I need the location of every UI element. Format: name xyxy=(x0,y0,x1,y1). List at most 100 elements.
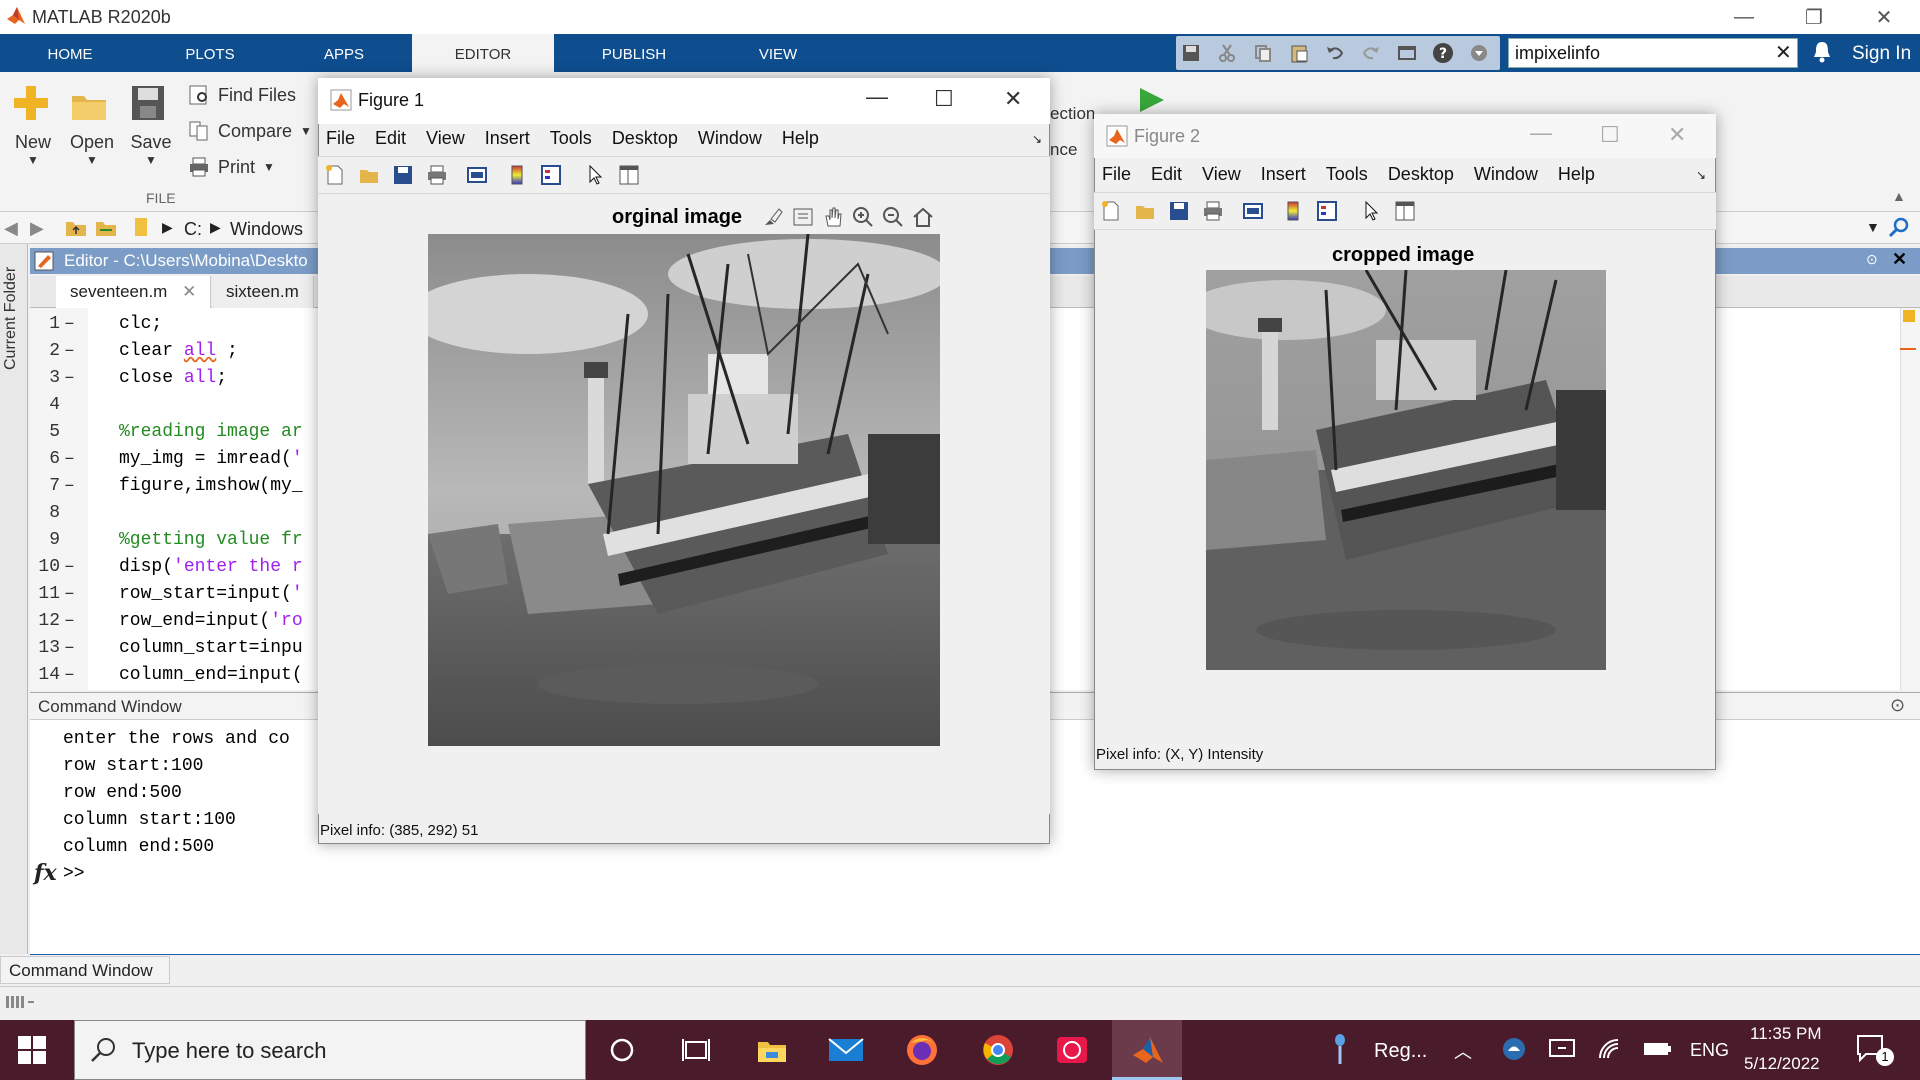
breakpoint-marker[interactable]: – xyxy=(64,665,75,685)
dock-arrow-icon[interactable]: ↘ xyxy=(1696,168,1706,182)
figure-1-maximize-button[interactable]: ☐ xyxy=(934,86,954,112)
editor-tab-sixteen[interactable]: sixteen.m xyxy=(212,276,314,308)
code-line-7[interactable]: figure,imshow(my_ xyxy=(119,476,303,496)
notification-bell-icon[interactable] xyxy=(1812,40,1832,64)
undo-icon[interactable] xyxy=(1320,39,1350,67)
code-line-6[interactable]: my_img = imread(' xyxy=(119,449,303,469)
cut-icon[interactable] xyxy=(1212,39,1242,67)
up-folder-icon[interactable] xyxy=(64,216,88,238)
code-line-13[interactable]: column_start=inpu xyxy=(119,638,303,658)
new-figure-icon[interactable] xyxy=(322,162,348,188)
back-arrow-icon[interactable]: ◀ xyxy=(4,218,18,239)
current-folder-label[interactable]: Current Folder xyxy=(2,267,20,370)
colorbar-icon[interactable] xyxy=(1280,198,1306,224)
code-line-11[interactable]: row_start=input(' xyxy=(119,584,303,604)
windows-start-icon[interactable] xyxy=(18,1036,46,1064)
tab-editor[interactable]: EDITOR xyxy=(412,34,554,72)
breakpoint-marker[interactable]: – xyxy=(64,341,75,361)
new-button[interactable]: New ▼ xyxy=(12,84,54,167)
link-plot-icon[interactable] xyxy=(464,162,490,188)
menu-window[interactable]: Window xyxy=(1474,164,1538,185)
forward-arrow-icon[interactable]: ▶ xyxy=(30,218,44,239)
breakpoint-marker[interactable]: – xyxy=(64,611,75,631)
open-file-icon[interactable] xyxy=(356,162,382,188)
print-figure-icon[interactable] xyxy=(1200,198,1226,224)
open-file-icon[interactable] xyxy=(1132,198,1158,224)
menu-insert[interactable]: Insert xyxy=(1261,164,1306,185)
tray-expand-icon[interactable]: ︿ xyxy=(1454,1038,1472,1064)
pointer-icon[interactable] xyxy=(582,162,608,188)
save-icon[interactable] xyxy=(1176,39,1206,67)
redo-icon[interactable] xyxy=(1356,39,1386,67)
command-window-tab[interactable]: Command Window xyxy=(0,956,170,984)
original-boat-image[interactable] xyxy=(428,234,940,746)
search-folder-icon[interactable] xyxy=(1888,216,1910,238)
brush-icon[interactable] xyxy=(760,204,786,230)
tray-app-label[interactable]: Reg... xyxy=(1374,1040,1427,1063)
command-prompt[interactable]: >> xyxy=(63,864,85,884)
colorbar-icon[interactable] xyxy=(504,162,530,188)
menu-file[interactable]: File xyxy=(1102,164,1131,185)
help-icon[interactable]: ? xyxy=(1428,39,1458,67)
menu-insert[interactable]: Insert xyxy=(485,128,530,149)
close-button[interactable]: ✕ xyxy=(1854,0,1914,34)
search-documentation-input[interactable] xyxy=(1508,38,1798,68)
command-window-options-icon[interactable]: ⊙ xyxy=(1890,695,1905,716)
quick-access-menu-icon[interactable] xyxy=(1464,39,1494,67)
code-line-12[interactable]: row_end=input('ro xyxy=(119,611,303,631)
code-line-10[interactable]: disp('enter the r xyxy=(119,557,303,577)
editor-tab-seventeen[interactable]: seventeen.m ✕ xyxy=(56,276,212,308)
code-line-14[interactable]: column_end=input( xyxy=(119,665,303,685)
minimize-button[interactable]: — xyxy=(1714,0,1774,34)
file-explorer-icon[interactable] xyxy=(750,1030,794,1070)
taskbar-search-placeholder[interactable]: Type here to search xyxy=(132,1038,326,1064)
editor-close-icon[interactable]: ✕ xyxy=(1892,249,1907,270)
wifi-icon[interactable] xyxy=(1596,1036,1624,1062)
cortana-icon[interactable] xyxy=(600,1030,644,1070)
menu-window[interactable]: Window xyxy=(698,128,762,149)
zoom-out-icon[interactable] xyxy=(880,204,906,230)
close-tab-icon[interactable]: ✕ xyxy=(182,282,196,301)
code-line-1[interactable]: clc; xyxy=(119,314,162,334)
zoom-in-icon[interactable] xyxy=(850,204,876,230)
menu-view[interactable]: View xyxy=(426,128,465,149)
breakpoint-marker[interactable]: – xyxy=(64,584,75,604)
menu-edit[interactable]: Edit xyxy=(1151,164,1182,185)
tab-home[interactable]: HOME xyxy=(20,34,120,72)
code-line-9[interactable]: %getting value fr xyxy=(119,530,303,550)
editor-scrollbar[interactable] xyxy=(1900,308,1920,690)
run-icon[interactable] xyxy=(1134,84,1168,114)
menu-view[interactable]: View xyxy=(1202,164,1241,185)
address-dropdown-icon[interactable]: ▼ xyxy=(1866,219,1880,235)
legend-icon[interactable] xyxy=(1314,198,1340,224)
open-button[interactable]: Open ▼ xyxy=(70,88,114,167)
code-line-3[interactable]: close all; xyxy=(119,368,227,388)
pointer-icon[interactable] xyxy=(1358,198,1384,224)
code-line-2[interactable]: clear all ; xyxy=(119,341,238,361)
restore-view-home-icon[interactable] xyxy=(910,204,936,230)
breakpoint-marker[interactable]: – xyxy=(64,368,75,388)
breakpoint-marker[interactable]: – xyxy=(64,449,75,469)
print-figure-icon[interactable] xyxy=(424,162,450,188)
print-button[interactable]: Print ▼ xyxy=(188,156,275,178)
find-files-button[interactable]: Find Files xyxy=(188,84,296,106)
language-indicator[interactable]: ENG xyxy=(1690,1040,1729,1061)
pan-hand-icon[interactable] xyxy=(820,204,846,230)
clock-date[interactable]: 5/12/2022 xyxy=(1744,1054,1820,1074)
save-ribbon-button[interactable]: Save ▼ xyxy=(130,84,172,167)
switch-windows-icon[interactable] xyxy=(1392,39,1422,67)
function-browser-icon[interactable]: fx xyxy=(34,860,57,886)
breakpoint-marker[interactable]: – xyxy=(64,557,75,577)
sign-in-link[interactable]: Sign In xyxy=(1852,43,1911,65)
tab-view[interactable]: VIEW xyxy=(728,34,828,72)
path-folder[interactable]: Windows xyxy=(230,219,303,240)
dock-arrow-icon[interactable]: ↘ xyxy=(1032,132,1042,146)
figure-1-close-button[interactable]: ✕ xyxy=(1004,86,1022,112)
tab-apps[interactable]: APPS xyxy=(294,34,394,72)
copy-icon[interactable] xyxy=(1248,39,1278,67)
battery-icon[interactable] xyxy=(1642,1038,1672,1060)
figure-2-close-button[interactable]: ✕ xyxy=(1668,122,1686,148)
breakpoint-marker[interactable]: – xyxy=(64,638,75,658)
menu-desktop[interactable]: Desktop xyxy=(1388,164,1454,185)
paste-icon[interactable] xyxy=(1284,39,1314,67)
